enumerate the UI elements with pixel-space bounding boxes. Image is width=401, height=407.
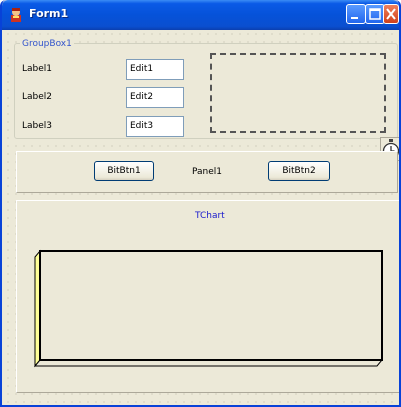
chart-area bbox=[33, 249, 384, 368]
chart-back-wall bbox=[39, 250, 383, 361]
main-window: Form1 GroupBox1 Label1 Edit1 Label2 Edit… bbox=[0, 0, 401, 407]
